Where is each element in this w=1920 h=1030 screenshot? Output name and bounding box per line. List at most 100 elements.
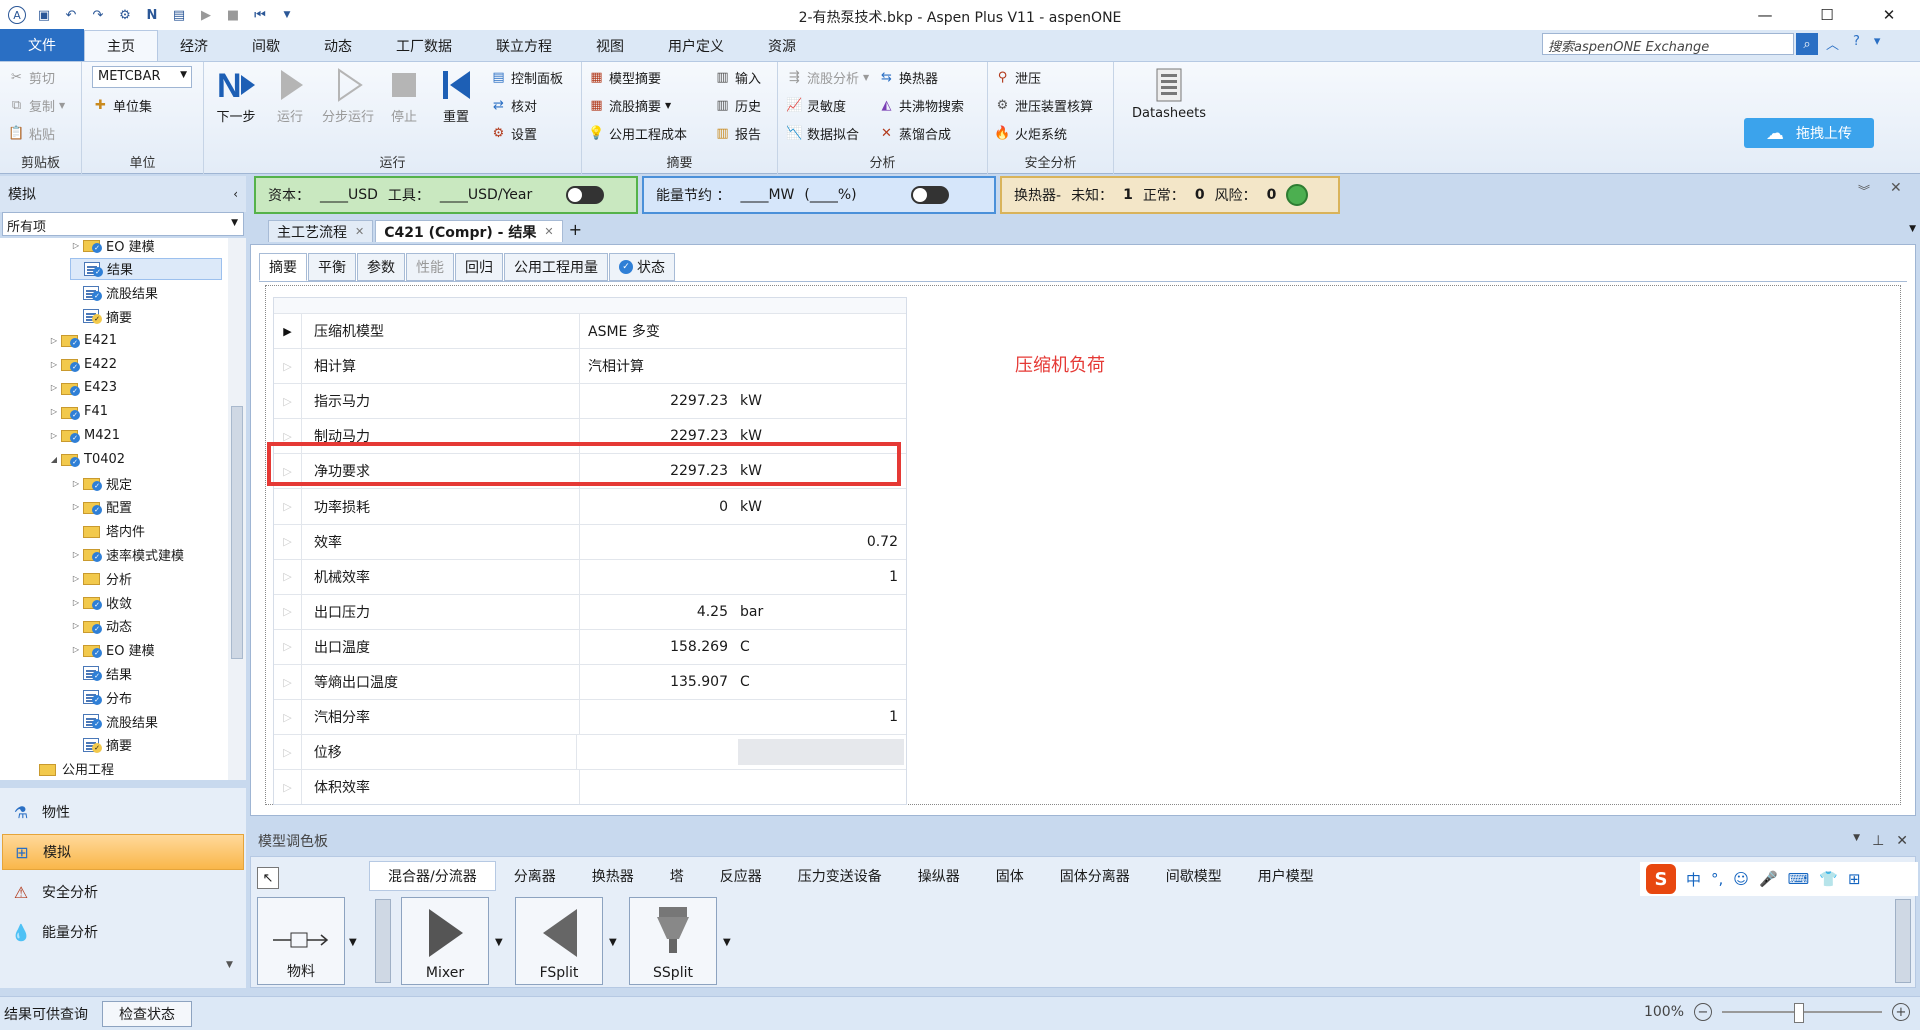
relief-button[interactable]: ⚲ 泄压 — [994, 66, 1041, 88]
expand-arrow-icon[interactable]: ▷ — [70, 479, 82, 488]
expand-arrow-icon[interactable]: ▷ — [48, 360, 60, 369]
row-selector[interactable]: ▷ — [274, 664, 302, 700]
run-settings-button[interactable]: ⚙ 设置 — [490, 122, 537, 144]
help-icon[interactable]: ? — [1853, 34, 1860, 53]
copy-button[interactable]: ⧉ 复制 ▼ — [8, 94, 65, 116]
redo-icon[interactable]: ↷ — [89, 6, 107, 24]
panel-icon[interactable]: ▤ — [170, 6, 188, 24]
tree-item[interactable]: ▷ ✓ F41 — [48, 401, 108, 423]
palette-item-fsplit[interactable]: FSplit — [515, 897, 603, 985]
palette-category-tab[interactable]: 压力变送设备 — [780, 861, 900, 891]
datasheets-button[interactable]: Datasheets — [1132, 64, 1206, 134]
report-button[interactable]: ▥ 报告 — [714, 122, 761, 144]
expand-arrow-icon[interactable]: ▷ — [70, 574, 82, 583]
material-dropdown-icon[interactable]: ▼ — [349, 937, 357, 948]
palette-scroll-left[interactable] — [375, 899, 391, 983]
relief-rating-button[interactable]: ⚙ 泄压装置核算 — [994, 94, 1093, 116]
pointer-tool-icon[interactable]: ↖ — [257, 867, 279, 889]
tab-view[interactable]: 视图 — [574, 31, 646, 61]
tab-dynamics[interactable]: 动态 — [302, 31, 374, 61]
row-selector[interactable]: ▷ — [274, 559, 302, 595]
row-selector[interactable]: ▷ — [274, 629, 302, 665]
tree-item[interactable]: ✓ 流股结果 — [70, 282, 158, 304]
subtab-summary[interactable]: 摘要 — [259, 253, 307, 281]
tree-item[interactable]: ▷ ✓ E422 — [48, 353, 117, 375]
tree-item[interactable]: ▷ ✓ E421 — [48, 329, 117, 351]
row-selector[interactable]: ▷ — [274, 383, 302, 419]
zoom-in-icon[interactable]: + — [1892, 1003, 1910, 1021]
control-panel-button[interactable]: ▤ 控制面板 — [490, 66, 563, 88]
tab-batch[interactable]: 间歇 — [230, 31, 302, 61]
heat-exchanger-button[interactable]: ⇆ 换热器 — [878, 66, 938, 88]
ime-punct-toggle[interactable]: °, — [1711, 870, 1723, 888]
expand-arrow-icon[interactable]: ▷ — [70, 621, 82, 630]
ribbon-options-icon[interactable]: ▾ — [1874, 34, 1881, 53]
distillation-synthesis-button[interactable]: ✕ 蒸馏合成 — [878, 122, 951, 144]
search-icon[interactable]: ⌕ — [1796, 33, 1818, 55]
zoom-slider[interactable] — [1722, 1003, 1882, 1023]
tree-item[interactable]: ▷ ✓ 规定 — [70, 472, 132, 494]
zoom-out-icon[interactable]: − — [1694, 1003, 1712, 1021]
data-fit-button[interactable]: 📉 数据拟合 — [786, 122, 859, 144]
undo-icon[interactable]: ↶ — [62, 6, 80, 24]
palette-category-tab[interactable]: 用户模型 — [1240, 861, 1332, 891]
stream-analysis-button[interactable]: ⇶ 流股分析 ▼ — [786, 66, 869, 88]
mixer-dropdown-icon[interactable]: ▼ — [495, 937, 503, 948]
palette-category-tab[interactable]: 反应器 — [702, 861, 780, 891]
tree-scrollbar-thumb[interactable] — [231, 406, 243, 659]
exchange-search-input[interactable]: 搜索aspenONE Exchange — [1542, 33, 1794, 55]
tree-item[interactable]: ▷ ✓ EO 建模 — [70, 639, 155, 661]
microphone-icon[interactable]: 🎤 — [1759, 870, 1778, 888]
tab-customize[interactable]: 用户定义 — [646, 31, 746, 61]
palette-category-tab[interactable]: 换热器 — [574, 861, 652, 891]
palette-item-ssplit[interactable]: SSplit — [629, 897, 717, 985]
run-icon[interactable]: ▶ — [197, 6, 215, 24]
ssplit-dropdown-icon[interactable]: ▼ — [723, 937, 731, 948]
new-tab-icon[interactable]: + — [569, 220, 582, 242]
nav-button-energy-analysis[interactable]: 💧 能量分析 — [2, 914, 244, 950]
next-button[interactable]: N 下一步 — [210, 64, 262, 134]
close-tab-icon[interactable]: ✕ — [355, 225, 364, 238]
qat-dropdown-icon[interactable]: ▼ — [278, 6, 296, 24]
save-icon[interactable]: ▣ — [35, 6, 53, 24]
minimize-button[interactable]: — — [1734, 0, 1796, 30]
tab-list-icon[interactable]: ▼ — [1909, 224, 1916, 234]
energy-toggle[interactable] — [910, 186, 949, 204]
expand-arrow-icon[interactable]: ▷ — [70, 241, 82, 250]
tab-resources[interactable]: 资源 — [746, 31, 818, 61]
tree-item[interactable]: ▷ 分析 — [70, 567, 132, 589]
sogou-logo-icon[interactable]: S — [1646, 864, 1676, 894]
tree-scrollbar[interactable] — [228, 238, 246, 780]
reset-icon[interactable]: ⏮ — [251, 6, 269, 24]
tab-main-flowsheet[interactable]: 主工艺流程 ✕ — [268, 220, 374, 242]
current-row-pointer-icon[interactable]: ▶ — [274, 313, 302, 349]
maximize-button[interactable]: ☐ — [1796, 0, 1858, 30]
azeotrope-search-button[interactable]: ◭ 共沸物搜索 — [878, 94, 965, 116]
reset-button[interactable]: 重置 — [430, 64, 482, 134]
navigation-filter-select[interactable]: 所有项 ▼ — [2, 212, 244, 236]
tree-item[interactable]: ▷ ✓ E423 — [48, 377, 117, 399]
nav-configure-icon[interactable]: ▼ — [226, 960, 233, 970]
expand-arrow-icon[interactable]: ▷ — [70, 502, 82, 511]
tab-c421-results[interactable]: C421 (Compr) - 结果 ✕ — [375, 220, 563, 242]
tree-item[interactable]: ▷ ✓ 收敛 — [70, 591, 132, 613]
expand-arrow-icon[interactable]: ◢ — [48, 455, 60, 464]
row-selector[interactable]: ▷ — [274, 734, 302, 770]
tree-item[interactable]: 塔内件 — [70, 520, 145, 542]
subtab-performance[interactable]: 性能 — [406, 253, 454, 281]
tree-item[interactable]: ✓ 摘要 — [70, 305, 132, 327]
close-button[interactable]: ✕ — [1858, 0, 1920, 30]
palette-category-tab[interactable]: 固体 — [978, 861, 1042, 891]
check-button[interactable]: ⇄ 核对 — [490, 94, 537, 116]
nav-button-simulation[interactable]: ⊞ 模拟 — [2, 834, 244, 870]
close-tab-icon[interactable]: ✕ — [544, 225, 553, 238]
nav-button-properties[interactable]: ⚗ 物性 — [2, 794, 244, 830]
tree-item[interactable]: ✓ 摘要 — [70, 734, 132, 756]
economics-toggle[interactable] — [566, 186, 605, 204]
hx-status-icon[interactable] — [1286, 184, 1309, 206]
app-logo-icon[interactable]: A — [8, 6, 26, 24]
stream-summary-button[interactable]: ▦ 流股摘要 ▼ — [588, 94, 671, 116]
tree-item[interactable]: ▷ ✓ M421 — [48, 424, 120, 446]
fsplit-dropdown-icon[interactable]: ▼ — [609, 937, 617, 948]
step-button[interactable]: 分步运行 — [318, 64, 378, 134]
